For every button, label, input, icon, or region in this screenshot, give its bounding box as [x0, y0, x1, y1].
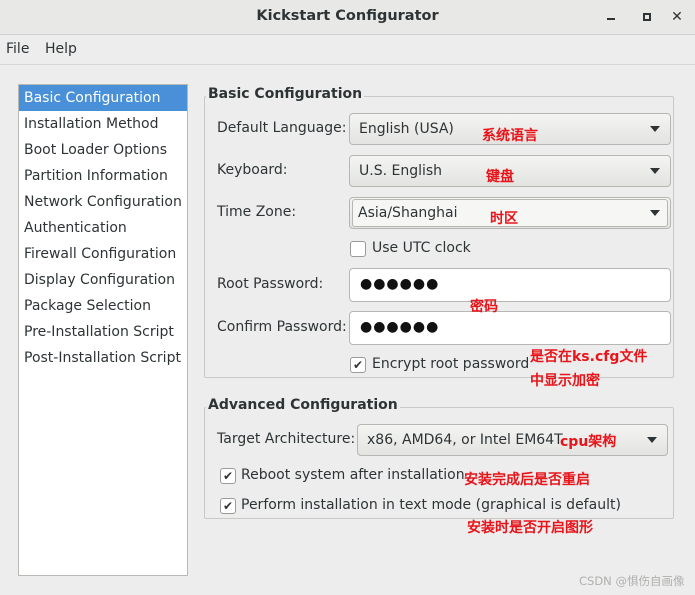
- chevron-down-icon: [650, 126, 660, 132]
- keyboard-label: Keyboard:: [217, 162, 288, 178]
- target-architecture-combo[interactable]: x86, AMD64, or Intel EM64T: [357, 424, 668, 456]
- text-mode-checkbox[interactable]: ✔: [220, 498, 236, 514]
- watermark: CSDN @惧伤自画像: [579, 574, 685, 588]
- default-language-value: English (USA): [359, 121, 454, 137]
- sidebar-item-pre-installation-script[interactable]: Pre-Installation Script: [19, 319, 187, 345]
- minimize-button[interactable]: [602, 8, 620, 26]
- minimize-icon: [607, 18, 615, 20]
- menu-file[interactable]: File: [6, 41, 29, 57]
- menu-help[interactable]: Help: [45, 41, 77, 57]
- root-password-mask: ●●●●●●: [360, 276, 440, 292]
- reboot-label: Reboot system after installation: [241, 467, 465, 483]
- sidebar-item-post-installation-script[interactable]: Post-Installation Script: [19, 345, 187, 371]
- annotation-reboot: 安装完成后是否重启: [464, 472, 590, 488]
- close-button[interactable]: ✕: [668, 8, 686, 26]
- close-icon: ✕: [671, 9, 683, 25]
- advanced-configuration-title: Advanced Configuration: [206, 397, 400, 413]
- chevron-down-icon: [650, 168, 660, 174]
- annotation-keyboard: 键盘: [486, 169, 514, 185]
- encrypt-password-checkbox[interactable]: ✔: [350, 357, 366, 373]
- use-utc-label: Use UTC clock: [372, 240, 471, 256]
- annotation-language: 系统语言: [482, 128, 538, 144]
- sidebar-item-basic-configuration[interactable]: Basic Configuration: [19, 85, 187, 111]
- target-architecture-label: Target Architecture:: [217, 431, 356, 447]
- default-language-label: Default Language:: [217, 120, 347, 136]
- chevron-down-icon: [647, 437, 657, 443]
- chevron-down-icon: [650, 210, 660, 216]
- time-zone-label: Time Zone:: [217, 204, 297, 220]
- annotation-password: 密码: [470, 299, 498, 315]
- sidebar-item-authentication[interactable]: Authentication: [19, 215, 187, 241]
- basic-configuration-title: Basic Configuration: [206, 86, 365, 102]
- menu-bar: File Help: [0, 35, 695, 65]
- sidebar: Basic Configuration Installation Method …: [18, 84, 188, 576]
- window-title: Kickstart Configurator: [256, 8, 439, 24]
- maximize-icon: [643, 13, 651, 21]
- confirm-password-field[interactable]: ●●●●●●: [349, 311, 671, 345]
- sidebar-item-network-configuration[interactable]: Network Configuration: [19, 189, 187, 215]
- annotation-encrypt-line1: 是否在ks.cfg文件: [530, 349, 648, 365]
- confirm-password-mask: ●●●●●●: [360, 319, 440, 335]
- target-architecture-value: x86, AMD64, or Intel EM64T: [367, 432, 563, 448]
- reboot-checkbox[interactable]: ✔: [220, 468, 236, 484]
- sidebar-item-boot-loader-options[interactable]: Boot Loader Options: [19, 137, 187, 163]
- root-password-label: Root Password:: [217, 276, 324, 292]
- use-utc-checkbox[interactable]: [350, 241, 366, 257]
- title-bar: Kickstart Configurator ✕: [0, 0, 695, 35]
- sidebar-item-installation-method[interactable]: Installation Method: [19, 111, 187, 137]
- time-zone-value: Asia/Shanghai: [358, 205, 458, 221]
- confirm-password-label: Confirm Password:: [217, 319, 347, 335]
- sidebar-item-partition-information[interactable]: Partition Information: [19, 163, 187, 189]
- keyboard-value: U.S. English: [359, 163, 443, 179]
- text-mode-label: Perform installation in text mode (graph…: [241, 497, 621, 513]
- sidebar-item-package-selection[interactable]: Package Selection: [19, 293, 187, 319]
- annotation-arch: cpu架构: [560, 434, 617, 450]
- sidebar-item-display-configuration[interactable]: Display Configuration: [19, 267, 187, 293]
- sidebar-item-firewall-configuration[interactable]: Firewall Configuration: [19, 241, 187, 267]
- maximize-button[interactable]: [638, 8, 656, 26]
- annotation-textmode: 安装时是否开启图形: [467, 520, 593, 536]
- encrypt-password-label: Encrypt root password: [372, 356, 530, 372]
- annotation-timezone: 时区: [490, 211, 518, 227]
- root-password-field[interactable]: ●●●●●●: [349, 268, 671, 302]
- annotation-encrypt-line2: 中显示加密: [530, 373, 600, 389]
